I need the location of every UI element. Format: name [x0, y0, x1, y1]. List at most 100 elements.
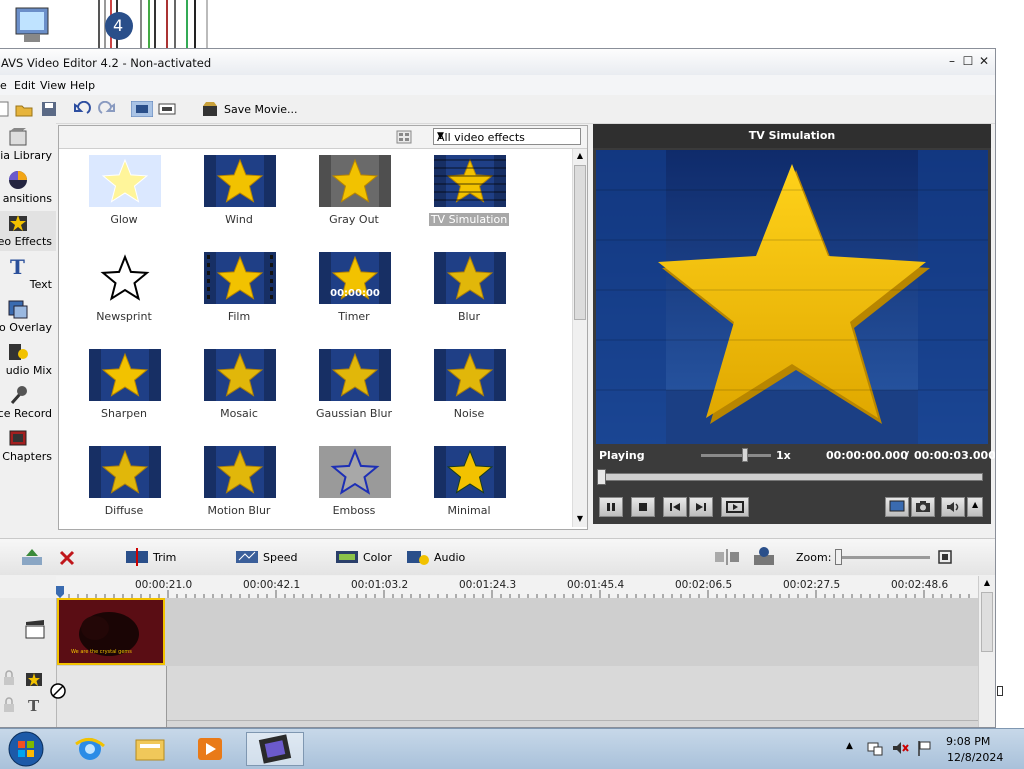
effect-item[interactable]: TV Simulation: [419, 149, 519, 239]
effect-item[interactable]: Blur: [419, 246, 519, 336]
svg-text:T: T: [10, 256, 25, 276]
effects-scrollbar[interactable]: ▲ ▼: [572, 149, 587, 527]
scrollbar-thumb[interactable]: [981, 592, 993, 652]
text-track[interactable]: [56, 693, 978, 721]
effect-item[interactable]: 00:00:00 Timer: [304, 246, 404, 336]
sidebar-item-video-overlay[interactable]: eo Overlay: [0, 297, 56, 337]
scroll-up-icon[interactable]: ▲: [573, 149, 587, 163]
lock-icon[interactable]: [2, 697, 16, 713]
save-movie-button[interactable]: Save Movie...: [224, 103, 298, 116]
scroll-down-icon[interactable]: ▼: [573, 512, 587, 526]
fullscreen-button[interactable]: [721, 497, 749, 517]
trim-button[interactable]: Trim: [125, 548, 185, 566]
volume-muted-icon[interactable]: [891, 739, 909, 757]
effect-thumbnail: [89, 446, 161, 498]
scrollbar-thumb[interactable]: [574, 165, 586, 320]
timeline-tracks[interactable]: We are the crystal gems: [0, 598, 978, 727]
color-button[interactable]: Color: [335, 548, 400, 566]
video-clip[interactable]: We are the crystal gems: [57, 598, 165, 665]
action-center-flag-icon[interactable]: [916, 739, 934, 757]
add-to-timeline-icon[interactable]: [20, 547, 44, 567]
zoom-slider-track[interactable]: [836, 556, 930, 559]
network-icon[interactable]: [866, 739, 884, 757]
effect-item[interactable]: Gaussian Blur: [304, 343, 404, 433]
effect-item[interactable]: Gray Out: [304, 149, 404, 239]
effect-item[interactable]: Wind: [189, 149, 289, 239]
effect-item[interactable]: Motion Blur: [189, 440, 289, 527]
open-folder-icon[interactable]: [15, 101, 33, 117]
speed-button[interactable]: Speed: [235, 548, 305, 566]
save-icon[interactable]: [40, 101, 58, 117]
next-frame-button[interactable]: [689, 497, 713, 517]
effect-item[interactable]: Mosaic: [189, 343, 289, 433]
effects-filter-select[interactable]: All video effects ▼: [433, 128, 581, 145]
timeline-scrollbar[interactable]: ▲: [978, 576, 995, 727]
storyboard-view-icon[interactable]: [131, 101, 153, 117]
volume-button[interactable]: [941, 497, 965, 517]
minimize-icon[interactable]: –: [945, 54, 959, 68]
sidebar-item-audio-mix[interactable]: udio Mix: [0, 340, 56, 380]
snapshot-button[interactable]: [911, 497, 935, 517]
dual-view-button[interactable]: [885, 497, 909, 517]
sidebar-item-voice-record[interactable]: ice Record: [0, 383, 56, 423]
undo-icon[interactable]: [73, 101, 91, 117]
fit-to-window-icon[interactable]: [937, 549, 953, 565]
maximize-icon[interactable]: ☐: [961, 54, 975, 68]
effect-item[interactable]: Diffuse: [74, 440, 174, 527]
sidebar-item-video-effects[interactable]: deo Effects: [0, 211, 56, 251]
audio-button[interactable]: Audio: [406, 548, 471, 566]
desktop-icon-app[interactable]: 4: [95, 0, 215, 48]
clock-time[interactable]: 9:08 PM: [946, 735, 990, 748]
stop-button[interactable]: [631, 497, 655, 517]
previous-frame-button[interactable]: [663, 497, 687, 517]
split-icon[interactable]: [714, 549, 740, 565]
zoom-slider-thumb[interactable]: [835, 549, 842, 565]
effect-item[interactable]: Noise: [419, 343, 519, 433]
scroll-up-icon[interactable]: ▲: [979, 576, 995, 590]
effects-track[interactable]: [56, 666, 978, 694]
sidebar-item-chapters[interactable]: Chapters: [0, 426, 56, 466]
seek-thumb[interactable]: [597, 469, 606, 485]
desktop-icon-computer[interactable]: [10, 0, 60, 48]
title-bar[interactable]: AVS Video Editor 4.2 - Non-activated – ☐…: [0, 49, 995, 76]
speed-slider-track[interactable]: [701, 454, 771, 457]
view-mode-icon[interactable]: [396, 130, 412, 144]
effect-item[interactable]: Glow: [74, 149, 174, 239]
redo-icon[interactable]: [98, 101, 116, 117]
pause-button[interactable]: [599, 497, 623, 517]
effect-item[interactable]: Sharpen: [74, 343, 174, 433]
taskbar-internet-explorer[interactable]: [62, 732, 118, 766]
volume-dropdown[interactable]: ▲: [967, 497, 983, 517]
video-track[interactable]: [56, 598, 978, 667]
speed-slider-thumb[interactable]: [742, 448, 748, 462]
new-project-icon[interactable]: [0, 101, 12, 117]
voice-capture-icon[interactable]: [752, 545, 776, 567]
seek-bar[interactable]: [597, 473, 983, 481]
menu-file[interactable]: e: [0, 79, 7, 92]
taskbar-media-player[interactable]: [182, 732, 238, 766]
effect-item[interactable]: Emboss: [304, 440, 404, 527]
menu-help[interactable]: Help: [70, 79, 95, 92]
timeline-view-icon[interactable]: [157, 101, 177, 117]
effect-item[interactable]: Newsprint: [74, 246, 174, 336]
taskbar-file-explorer[interactable]: [122, 732, 178, 766]
start-button-icon[interactable]: [6, 730, 46, 768]
effect-item[interactable]: Minimal: [419, 440, 519, 527]
taskbar-avs-video-editor[interactable]: [246, 732, 304, 766]
clock-date[interactable]: 12/8/2024: [947, 751, 1003, 764]
sidebar-item-text[interactable]: T Text: [0, 254, 56, 294]
delete-icon[interactable]: [58, 549, 76, 567]
show-hidden-icons[interactable]: ▲: [846, 741, 853, 751]
close-icon[interactable]: ✕: [977, 54, 991, 68]
menu-view[interactable]: View: [40, 79, 66, 92]
effect-item[interactable]: Film: [189, 246, 289, 336]
lock-icon[interactable]: [2, 670, 16, 686]
effect-thumbnail: [89, 252, 161, 304]
menu-edit[interactable]: Edit: [14, 79, 35, 92]
ruler-tick: 00:02:27.5: [783, 579, 841, 591]
sidebar-item-media-library[interactable]: dia Library: [0, 125, 56, 165]
preview-screen[interactable]: [596, 150, 988, 444]
timeline-ruler[interactable]: 00:00:21.0 00:00:42.1 00:01:03.2 00:01:2…: [56, 576, 978, 599]
sidebar-item-transitions[interactable]: ansitions: [0, 168, 56, 208]
playhead-marker-icon[interactable]: [56, 586, 64, 598]
